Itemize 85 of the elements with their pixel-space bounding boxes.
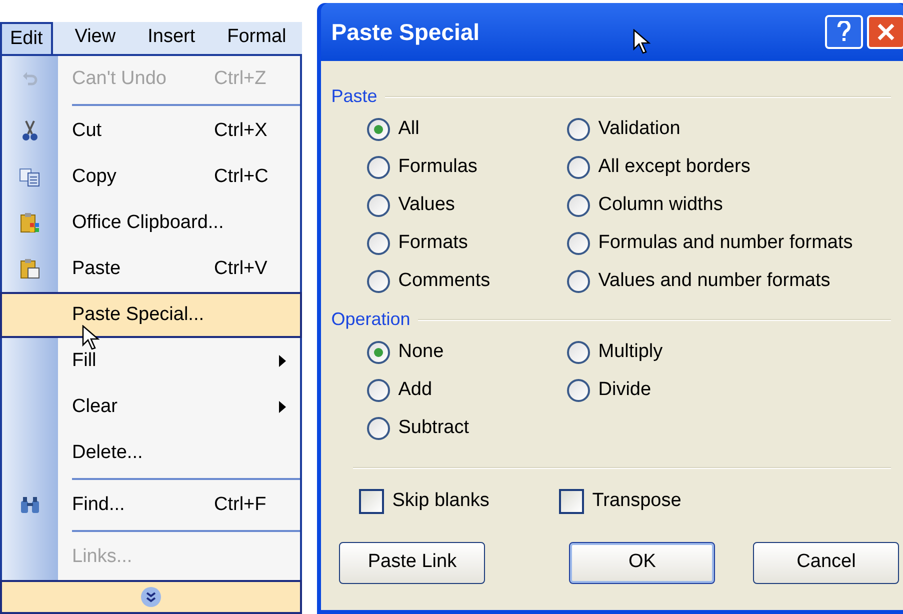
scissors-icon xyxy=(21,120,39,142)
radio-button[interactable] xyxy=(567,378,590,402)
cursor-icon xyxy=(633,29,652,55)
close-icon xyxy=(877,23,896,41)
radio-label: Values and number formats xyxy=(598,268,830,293)
radio-label: Values xyxy=(398,192,455,217)
radio-button[interactable] xyxy=(367,156,390,178)
radio-button[interactable] xyxy=(567,194,590,216)
menu-item-label: Clear xyxy=(72,394,118,419)
dialog-button[interactable]: Cancel xyxy=(753,542,900,584)
menu-item-label: Paste Special... xyxy=(72,302,206,327)
menu-item-label: Delete... xyxy=(72,440,144,465)
radio-label: Column widths xyxy=(598,192,723,217)
radio-button[interactable] xyxy=(367,194,390,216)
radio-label: Formulas xyxy=(398,154,478,179)
radio-button[interactable] xyxy=(567,118,590,140)
radio-button[interactable] xyxy=(367,378,390,402)
shortcut-text: Ctrl+F xyxy=(214,492,266,517)
radio-label: None xyxy=(398,340,444,364)
dialog-button[interactable]: OK xyxy=(569,542,716,584)
shortcut-text: Ctrl+X xyxy=(214,118,268,143)
radio-button[interactable] xyxy=(367,416,390,440)
menu-item[interactable]: Paste Ctrl+V xyxy=(2,246,300,292)
clipboard-icon xyxy=(19,212,41,234)
menu-item[interactable]: Office Clipboard... xyxy=(2,200,300,246)
radio-button[interactable] xyxy=(367,270,390,292)
shortcut-text: Ctrl+C xyxy=(214,164,268,189)
checkbox-label: Transpose xyxy=(592,489,682,513)
menu-bar-item[interactable]: Edit xyxy=(0,22,53,54)
radio-button[interactable] xyxy=(367,118,390,140)
menu-item[interactable]: Paste Special... xyxy=(0,292,302,338)
group-label: Operation xyxy=(331,308,410,331)
checkbox[interactable] xyxy=(559,488,584,514)
menu-item-label: Links... xyxy=(72,544,134,569)
window-title: Paste Special xyxy=(331,18,480,47)
radio-label: Formulas and number formats xyxy=(598,230,853,255)
copy-icon xyxy=(19,167,41,187)
shortcut-text: Ctrl+Z xyxy=(214,66,266,91)
menu-item-label: Find... xyxy=(72,492,126,517)
menu-item[interactable]: Copy Ctrl+C xyxy=(2,154,300,200)
dialog-button[interactable]: Paste Link xyxy=(339,542,486,584)
radio-label: Validation xyxy=(598,116,680,141)
cursor-icon xyxy=(82,325,100,351)
submenu-arrow-icon xyxy=(279,355,286,367)
radio-label: All xyxy=(398,116,420,141)
radio-label: Formats xyxy=(398,230,468,255)
binoculars-icon xyxy=(19,495,41,515)
shortcut-text: Ctrl+V xyxy=(214,256,268,281)
menu-item[interactable]: Find... Ctrl+F xyxy=(2,482,300,528)
radio-button[interactable] xyxy=(567,340,590,364)
menu-item[interactable]: Fill xyxy=(2,338,300,384)
radio-button[interactable] xyxy=(567,156,590,178)
radio-label: Multiply xyxy=(598,340,663,364)
chevron-down-icon xyxy=(141,587,162,607)
menu-bar-item[interactable]: Formal xyxy=(219,22,294,54)
menu-item-label: Paste xyxy=(72,256,122,281)
clipboard-icon xyxy=(19,258,41,280)
menu-bar-item[interactable]: Insert xyxy=(140,22,204,54)
close-button[interactable] xyxy=(867,15,903,49)
menu-item-label: Can't Undo xyxy=(72,66,168,91)
menu-item[interactable]: Cut Ctrl+X xyxy=(2,108,300,154)
radio-button[interactable] xyxy=(367,232,390,254)
checkbox[interactable] xyxy=(359,488,384,514)
radio-button[interactable] xyxy=(367,340,390,364)
help-icon xyxy=(837,21,852,43)
radio-button[interactable] xyxy=(567,270,590,292)
checkbox-label: Skip blanks xyxy=(392,489,490,513)
menu-item[interactable]: Delete... xyxy=(2,430,300,476)
help-button[interactable] xyxy=(825,15,864,49)
menu-item-label: Cut xyxy=(72,118,103,143)
radio-label: Subtract xyxy=(398,416,470,440)
radio-label: Add xyxy=(398,378,432,402)
radio-label: Divide xyxy=(598,378,652,402)
radio-label: All except borders xyxy=(598,154,750,179)
menu-item-label: Fill xyxy=(72,348,98,373)
group-label: Paste xyxy=(331,85,378,108)
radio-label: Comments xyxy=(398,268,490,293)
menu-bar-item[interactable]: View xyxy=(66,22,124,54)
undo-icon xyxy=(21,70,39,88)
menu-item[interactable]: Clear xyxy=(2,384,300,430)
radio-button[interactable] xyxy=(567,232,590,254)
menu-item-label: Copy xyxy=(72,164,118,189)
submenu-arrow-icon xyxy=(279,401,286,413)
expand-menu-button[interactable] xyxy=(0,580,302,614)
menu-item-label: Office Clipboard... xyxy=(72,210,225,235)
